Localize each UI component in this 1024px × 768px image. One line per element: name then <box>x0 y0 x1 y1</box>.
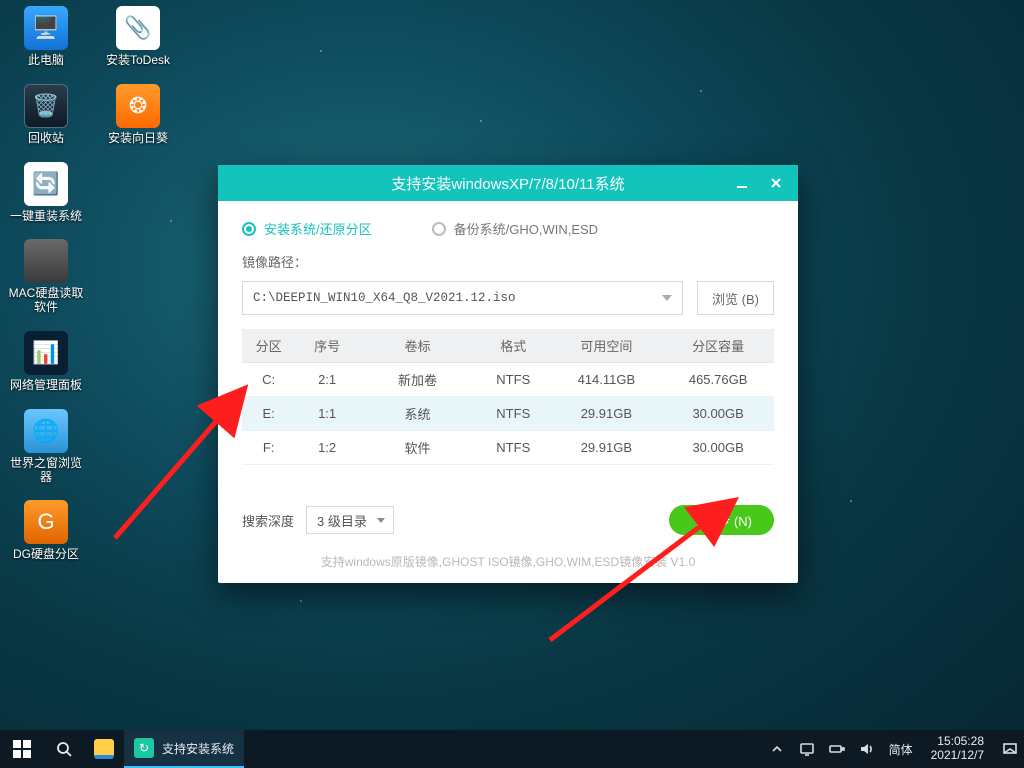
image-path-dropdown[interactable]: C:\DEEPIN_WIN10_X64_Q8_V2021.12.iso <box>242 281 683 315</box>
table-row[interactable]: E:1:1 系统NTFS 29.91GB30.00GB <box>242 397 774 431</box>
radio-checked-icon <box>242 222 256 236</box>
volume-icon[interactable] <box>859 741 875 757</box>
desktop-icon-sunflower[interactable]: ❂ 安装向日葵 <box>100 84 176 146</box>
notifications-icon[interactable] <box>1002 741 1018 757</box>
search-depth-select[interactable]: 3 级目录 <box>306 506 394 534</box>
battery-icon[interactable] <box>829 741 845 757</box>
reload-icon: 🔄 <box>24 162 68 206</box>
next-button[interactable]: 下一步 (N) <box>669 505 774 535</box>
desktop-icon-reinstall[interactable]: 🔄 一键重装系统 <box>8 162 84 224</box>
desktop-icon-net-panel[interactable]: 📊 网络管理面板 <box>8 331 84 393</box>
desktop-icon-dg[interactable]: G DG硬盘分区 <box>8 500 84 562</box>
folder-icon <box>94 739 114 759</box>
desktop-icon-browser[interactable]: 🌐 世界之窗浏览器 <box>8 409 84 485</box>
table-row[interactable]: F:1:2 软件NTFS 29.91GB30.00GB <box>242 431 774 465</box>
browse-button[interactable]: 浏览 (B) <box>697 281 774 315</box>
tray-overflow-icon[interactable] <box>769 741 785 757</box>
desktop-icon-recycle[interactable]: 🗑️ 回收站 <box>8 84 84 146</box>
table-row[interactable]: C:2:1 新加卷NTFS 414.11GB465.76GB <box>242 363 774 397</box>
minimize-button[interactable] <box>732 173 752 193</box>
ime-indicator[interactable]: 简体 <box>889 741 913 758</box>
search-icon <box>54 739 74 759</box>
desktop-icon-this-pc[interactable]: 🖥️ 此电脑 <box>8 6 84 68</box>
table-header-row: 分区 序号 卷标 格式 可用空间 分区容量 <box>242 329 774 363</box>
sunflower-icon: ❂ <box>116 84 160 128</box>
taskbar-item-installer[interactable]: ↻ 支持安装系统 <box>124 730 244 768</box>
taskbar-item-search[interactable] <box>44 730 84 768</box>
taskbar-item-label: 支持安装系统 <box>162 740 234 757</box>
taskbar: ↻ 支持安装系统 简体 15:05:28 2021/12/7 <box>0 730 1024 768</box>
app-icon: ↻ <box>134 738 154 758</box>
tab-install[interactable]: 安装系统/还原分区 <box>242 219 372 238</box>
globe-icon: 🌐 <box>24 409 68 453</box>
todesk-icon: 📎 <box>116 6 160 50</box>
radio-unchecked-icon <box>432 222 446 236</box>
taskbar-clock[interactable]: 15:05:28 2021/12/7 <box>927 735 988 763</box>
desktop-icon-todesk[interactable]: 📎 安装ToDesk <box>100 6 176 68</box>
footer-note: 支持windows原版镜像,GHOST ISO镜像,GHO,WIM,ESD镜像安… <box>242 553 774 570</box>
start-button[interactable] <box>0 730 44 768</box>
window-title: 支持安装windowsXP/7/8/10/11系统 <box>391 173 624 194</box>
search-depth-label: 搜索深度 <box>242 511 294 530</box>
windows-icon <box>13 740 31 758</box>
taskbar-item-explorer[interactable] <box>84 730 124 768</box>
bars-icon: 📊 <box>24 331 68 375</box>
installer-window: 支持安装windowsXP/7/8/10/11系统 安装系统/还原分区 备份系统… <box>218 165 798 583</box>
image-path-value: C:\DEEPIN_WIN10_X64_Q8_V2021.12.iso <box>253 291 516 305</box>
recycle-icon: 🗑️ <box>24 84 68 128</box>
desktop-icons: 🖥️ 此电脑 🗑️ 回收站 🔄 一键重装系统 MAC硬盘读取软件 📊 网络管理面… <box>0 0 184 568</box>
chevron-down-icon <box>662 295 672 301</box>
titlebar: 支持安装windowsXP/7/8/10/11系统 <box>218 165 798 201</box>
monitor-icon: 🖥️ <box>24 6 68 50</box>
apple-icon <box>24 239 68 283</box>
disk-icon: G <box>24 500 68 544</box>
network-icon[interactable] <box>799 741 815 757</box>
tab-backup[interactable]: 备份系统/GHO,WIN,ESD <box>432 219 598 238</box>
image-path-label: 镜像路径： <box>242 252 774 271</box>
desktop-icon-mac-disk[interactable]: MAC硬盘读取软件 <box>8 239 84 315</box>
close-button[interactable] <box>766 173 786 193</box>
partition-table: 分区 序号 卷标 格式 可用空间 分区容量 C:2:1 新加卷NTFS 414.… <box>242 329 774 465</box>
